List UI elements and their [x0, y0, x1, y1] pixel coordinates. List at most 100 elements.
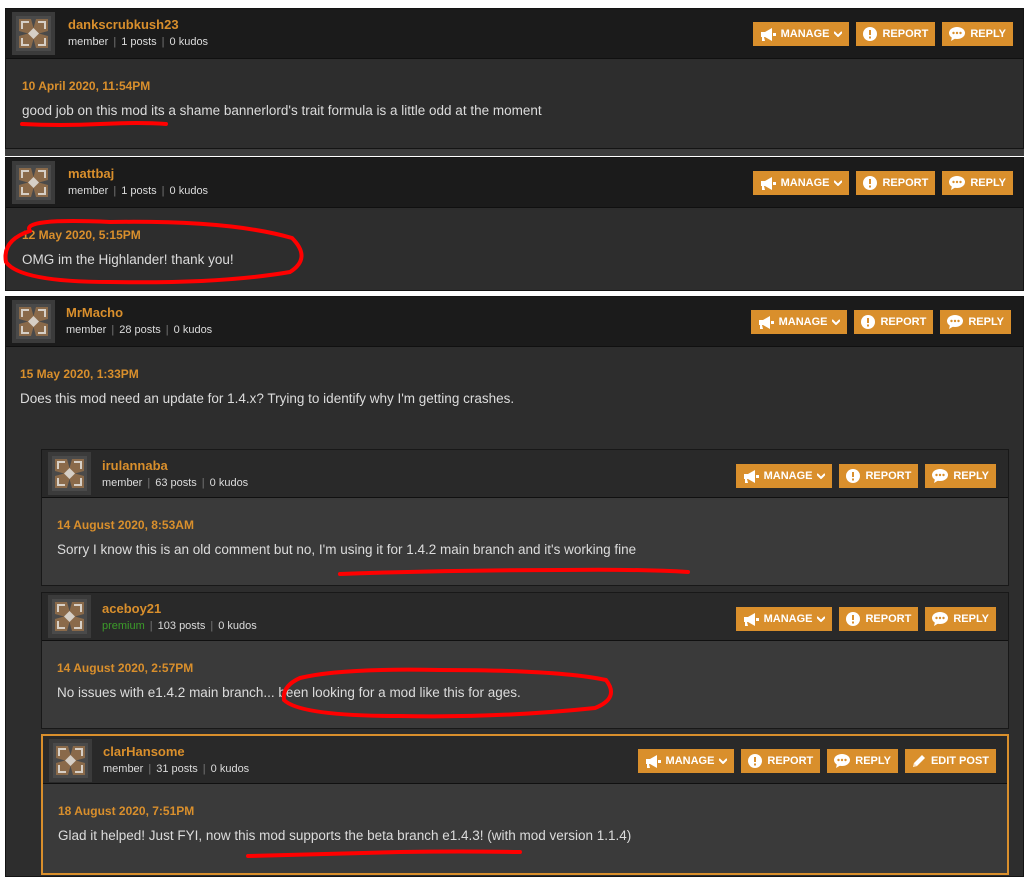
report-button[interactable]: REPORT: [856, 22, 936, 46]
comment-actions: MANAGE REPORT REPLY: [750, 310, 1011, 334]
comment-header: mattbaj member | 1 posts | 0 kudos MANAGE RE…: [6, 158, 1023, 208]
reply-button[interactable]: REPLY: [925, 607, 996, 631]
reply-button[interactable]: REPLY: [925, 464, 996, 488]
reply-label: REPLY: [970, 177, 1006, 189]
comment-actions: MANAGE REPORT REPLY: [735, 464, 996, 488]
speech-bubble-icon: [932, 612, 949, 626]
comment-body: 10 April 2020, 11:54PM good job on this …: [6, 60, 1023, 148]
avatar[interactable]: [12, 161, 55, 204]
username[interactable]: dankscrubkush23: [68, 17, 179, 32]
user-role: member: [68, 185, 109, 197]
speech-bubble-icon: [834, 754, 851, 768]
manage-label: MANAGE: [780, 28, 830, 40]
default-avatar-icon: [52, 599, 87, 634]
reply-comment: aceboy21 premium | 103 posts | 0 kudos MANAG…: [41, 592, 1009, 729]
reply-comment: irulannaba member | 63 posts | 0 kudos MANAG…: [41, 449, 1009, 586]
manage-button[interactable]: MANAGE: [750, 310, 848, 334]
manage-label: MANAGE: [763, 613, 813, 625]
megaphone-icon: [743, 612, 759, 626]
username[interactable]: irulannaba: [102, 458, 168, 473]
manage-label: MANAGE: [665, 755, 715, 767]
report-button[interactable]: REPORT: [854, 310, 934, 334]
comment-separator: [5, 148, 1024, 156]
default-avatar-icon: [16, 165, 51, 200]
report-label: REPORT: [882, 177, 929, 189]
user-role: member: [103, 763, 144, 775]
report-label: REPORT: [880, 316, 927, 328]
comment-text: good job on this mod its a shame bannerl…: [22, 103, 542, 118]
user-role: member: [66, 324, 107, 336]
comment-text: Glad it helped! Just FYI, now this mod s…: [58, 828, 632, 843]
reply-body: 14 August 2020, 8:53AM Sorry I know this…: [42, 499, 1008, 585]
speech-bubble-icon: [949, 27, 966, 41]
megaphone-icon: [760, 27, 776, 41]
avatar[interactable]: [48, 452, 91, 495]
avatar[interactable]: [12, 300, 55, 343]
user-meta: member | 31 posts | 0 kudos: [103, 763, 250, 775]
report-label: REPORT: [882, 28, 929, 40]
report-button[interactable]: REPORT: [741, 749, 821, 773]
manage-button[interactable]: MANAGE: [735, 607, 833, 631]
report-button[interactable]: REPORT: [839, 464, 919, 488]
post-count: 31 posts: [156, 763, 198, 775]
post-count: 1 posts: [121, 36, 157, 48]
comment-actions: MANAGE REPORT REPLY: [752, 171, 1013, 195]
username[interactable]: clarHansome: [103, 744, 185, 759]
default-avatar-icon: [16, 16, 51, 51]
reply-label: REPLY: [968, 316, 1004, 328]
reply-button[interactable]: REPLY: [827, 749, 898, 773]
pencil-icon: [912, 755, 925, 767]
post-count: 1 posts: [121, 185, 157, 197]
comment-body: 12 May 2020, 5:15PM OMG im the Highlande…: [6, 209, 1023, 290]
edit-post-label: EDIT POST: [930, 755, 989, 767]
comment-text: OMG im the Highlander! thank you!: [22, 252, 234, 267]
reply-label: REPLY: [855, 755, 891, 767]
manage-button[interactable]: MANAGE: [735, 464, 833, 488]
reply-button[interactable]: REPLY: [942, 171, 1013, 195]
comment-actions: MANAGE REPORT REPLY EDIT POST: [637, 749, 996, 773]
chevron-down-icon: [817, 473, 826, 479]
manage-button[interactable]: MANAGE: [637, 749, 735, 773]
default-avatar-icon: [53, 743, 88, 778]
exclamation-circle-icon: [748, 754, 763, 768]
comment-header: dankscrubkush23 member | 1 posts | 0 kudos M…: [6, 9, 1023, 59]
manage-label: MANAGE: [763, 470, 813, 482]
megaphone-icon: [645, 754, 661, 768]
kudos-count: 0 kudos: [210, 763, 250, 775]
manage-button[interactable]: MANAGE: [752, 171, 850, 195]
default-avatar-icon: [16, 304, 51, 339]
megaphone-icon: [760, 176, 776, 190]
avatar[interactable]: [49, 739, 92, 782]
reply-button[interactable]: REPLY: [940, 310, 1011, 334]
manage-label: MANAGE: [778, 316, 828, 328]
comment-text: No issues with e1.4.2 main branch... bee…: [57, 685, 521, 700]
reply-label: REPLY: [953, 613, 989, 625]
report-button[interactable]: REPORT: [839, 607, 919, 631]
speech-bubble-icon: [949, 176, 966, 190]
chevron-down-icon: [834, 31, 843, 37]
kudos-count: 0 kudos: [209, 477, 249, 489]
comment-text: Does this mod need an update for 1.4.x? …: [20, 391, 515, 406]
username[interactable]: MrMacho: [66, 305, 123, 320]
post-count: 103 posts: [157, 620, 206, 632]
reply-body: 14 August 2020, 2:57PM No issues with e1…: [42, 642, 1008, 728]
comment-date: 14 August 2020, 2:57PM: [57, 661, 194, 675]
comment-date: 10 April 2020, 11:54PM: [22, 79, 151, 93]
comment-date: 12 May 2020, 5:15PM: [22, 228, 141, 242]
kudos-count: 0 kudos: [218, 620, 257, 632]
post-count: 63 posts: [155, 477, 197, 489]
avatar[interactable]: [48, 595, 91, 638]
reply-header: clarHansome member | 31 posts | 0 kudos MANA…: [43, 736, 1007, 784]
username[interactable]: aceboy21: [102, 601, 161, 616]
reply-button[interactable]: REPLY: [942, 22, 1013, 46]
manage-label: MANAGE: [780, 177, 830, 189]
edit-post-button[interactable]: EDIT POST: [904, 749, 996, 773]
avatar[interactable]: [12, 12, 55, 55]
username[interactable]: mattbaj: [68, 166, 114, 181]
comment: dankscrubkush23 member | 1 posts | 0 kudos M…: [5, 8, 1024, 149]
report-button[interactable]: REPORT: [856, 171, 936, 195]
comment-date: 15 May 2020, 1:33PM: [20, 367, 139, 381]
manage-button[interactable]: MANAGE: [752, 22, 850, 46]
user-meta: premium | 103 posts | 0 kudos: [102, 620, 257, 632]
comment-date: 18 August 2020, 7:51PM: [58, 804, 195, 818]
